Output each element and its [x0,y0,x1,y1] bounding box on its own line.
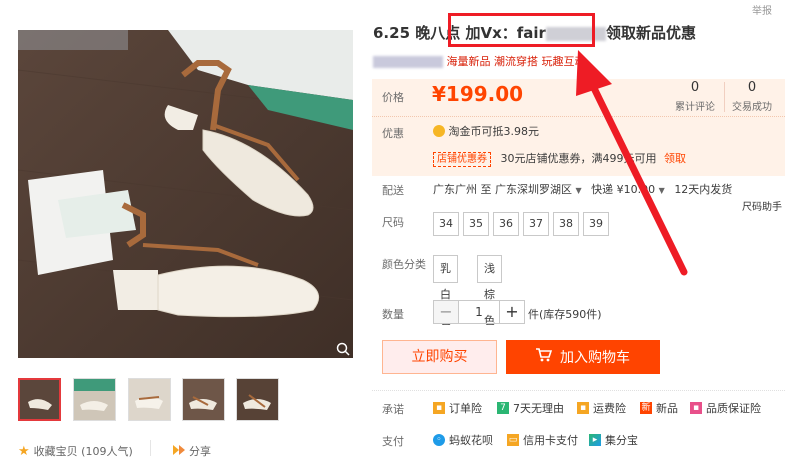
coin-offer: 淘金币可抵3.98元 [433,123,539,139]
jifenbao-icon: ▸ [589,434,601,446]
stock-text: 件(库存590件) [528,308,602,321]
color-label: 颜色分类 [382,258,426,271]
thumbnail-5[interactable] [236,378,279,421]
size-option[interactable]: 36 [493,212,519,236]
cart-icon [536,348,553,366]
shield-icon: ▪ [577,402,589,414]
thumbnail-1[interactable] [18,378,61,421]
price-value: ¥199.00 [432,82,524,106]
payment-jifenbao[interactable]: ▸ 集分宝 [589,432,638,448]
size-label: 尺码 [382,216,404,229]
blurred-text [373,56,443,68]
huabei-icon: ◦ [433,434,445,446]
promise-text: 新品 [656,402,678,415]
gold-coin-icon [433,125,445,137]
new-badge-icon: 新 [640,402,652,414]
price-label: 价格 [382,91,404,104]
quantity-increase-button[interactable]: + [499,300,525,324]
promise-label: 承诺 [382,403,404,416]
promise-order-insurance[interactable]: ▪ 订单险 [433,400,482,416]
add-to-cart-label: 加入购物车 [560,350,630,366]
promise-shipping-insurance[interactable]: ▪ 运费险 [577,400,626,416]
size-option[interactable]: 37 [523,212,549,236]
product-subtitle: 海量新品 潮流穿搭 玩趣互动 [373,53,586,69]
size-option[interactable]: 34 [433,212,459,236]
share-icon [173,444,185,458]
coin-offer-text: 淘金币可抵3.98元 [448,125,540,138]
seven-day-icon: 7 [497,402,509,414]
payment-label: 支付 [382,435,404,448]
promise-new-product[interactable]: 新 新品 [640,400,678,416]
sales-label: 交易成功 [732,102,772,113]
divider [372,390,785,391]
quality-icon: ▪ [690,402,702,414]
size-helper-link[interactable]: 尺码助手 [742,198,782,213]
color-option-light-brown[interactable]: 浅棕色 [477,255,502,327]
zoom-icon[interactable] [336,342,350,356]
share-button[interactable]: 分享 [173,443,211,459]
size-option[interactable]: 35 [463,212,489,236]
annotation-arrow [576,50,688,276]
promise-quality-insurance[interactable]: ▪ 品质保证险 [690,400,761,416]
promise-text: 7天无理由 [513,402,564,415]
thumbnail-3[interactable] [128,378,171,421]
shipping-label: 配送 [382,184,404,197]
thumbnail-4[interactable] [182,378,225,421]
shield-icon: ▪ [433,402,445,414]
promise-7day-return[interactable]: 7 7天无理由 [497,400,564,416]
share-label: 分享 [189,445,211,458]
star-icon: ★ [18,443,30,459]
sales-count-stat: 0 交易成功 [722,80,782,113]
quantity-label: 数量 [382,308,404,321]
shipping-from: 广东广州 至 [433,183,492,196]
favorite-button[interactable]: ★ 收藏宝贝 (109人气) [18,443,133,459]
payment-text: 蚂蚁花呗 [449,434,493,447]
main-product-image[interactable] [18,30,353,358]
report-link[interactable]: 举报 [752,2,772,17]
favorite-label: 收藏宝贝 (109人气) [33,445,133,458]
color-option-milk-white[interactable]: 乳白色 [433,255,458,327]
buy-now-button[interactable]: 立即购买 [382,340,497,374]
promise-text: 运费险 [593,402,626,415]
payment-huabei[interactable]: ◦ 蚂蚁花呗 [433,432,493,448]
divider [150,440,151,456]
quantity-decrease-button[interactable]: − [433,300,459,324]
payment-text: 信用卡支付 [523,434,578,447]
credit-card-icon: ▭ [507,434,519,446]
payment-credit-card[interactable]: ▭ 信用卡支付 [507,432,578,448]
promise-text: 订单险 [449,402,482,415]
sales-count: 0 [747,80,757,95]
add-to-cart-button[interactable]: 加入购物车 [506,340,660,374]
quantity-input[interactable]: 1 [459,300,499,324]
payment-text: 集分宝 [605,434,638,447]
thumbnail-2[interactable] [73,378,116,421]
promo-label: 优惠 [382,127,404,140]
coupon-tag: 店铺优惠券 [433,152,491,167]
promise-text: 品质保证险 [706,402,761,415]
